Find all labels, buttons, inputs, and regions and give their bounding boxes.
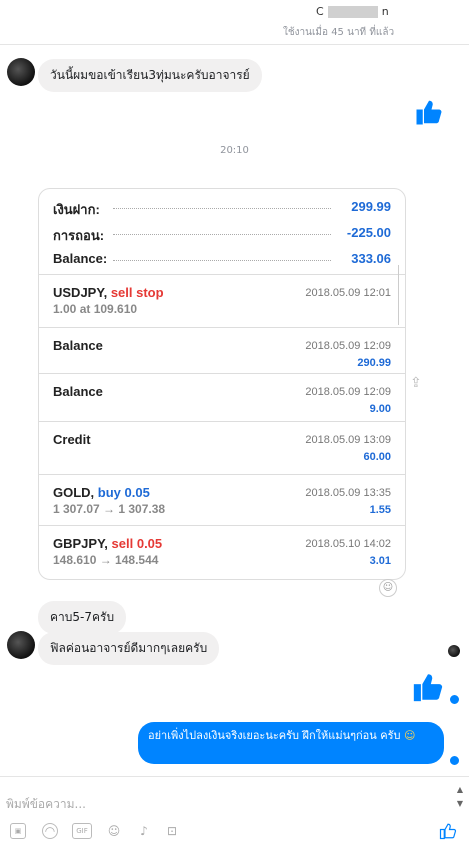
thumbs-up-icon xyxy=(413,674,443,702)
emoji-icon[interactable]: ☺ xyxy=(106,823,122,839)
incoming-message: วันนี้ผมขอเข้าเรียน3ทุ่มนะครับอาจารย์ xyxy=(38,59,262,92)
message-input[interactable]: พิมพ์ข้อความ... xyxy=(6,795,86,814)
outgoing-message: อย่าเพิ่งไปลงเงินจริงเยอะนะครับ ฝึกให้แม… xyxy=(138,722,444,764)
message-composer: พิมพ์ข้อความ... ▲ ▼ ▣ ◠ GIF ☺ ♪ ⊡ xyxy=(0,776,469,855)
sticker-icon[interactable]: ◠ xyxy=(42,823,58,839)
contact-avatar[interactable] xyxy=(7,58,35,86)
transaction-row: Balance 2018.05.09 12:09 9.00 xyxy=(39,373,405,426)
incoming-message: คาบ5-7ครับ xyxy=(38,601,127,634)
statement-image[interactable]: เงินฝาก: 299.99 การถอน: -225.00 Balance:… xyxy=(38,188,406,580)
active-status: ใช้งานเมื่อ 45 นาที ที่แล้ว xyxy=(283,27,395,38)
react-emoji-icon[interactable]: ☺ xyxy=(379,579,397,597)
image-scrollbar xyxy=(398,265,399,325)
delivered-icon xyxy=(449,755,460,766)
message-timestamp: 20:10 xyxy=(220,145,249,156)
redacted-name xyxy=(327,6,378,18)
image-icon[interactable]: ▣ xyxy=(10,823,26,839)
composer-scrollbar[interactable]: ▲ ▼ xyxy=(457,783,463,811)
game-icon[interactable]: ⊡ xyxy=(164,823,180,839)
incoming-message: ฟิลค่อนอาจารย์ดีมากๆเลยครับ xyxy=(38,632,220,665)
conversation-header: Cn ใช้งานเมื่อ 45 นาที ที่แล้ว xyxy=(0,0,469,45)
transaction-row: GOLD, buy 0.05 1 307.07 → 1 307.38 2018.… xyxy=(39,474,405,527)
delivered-icon xyxy=(449,694,460,705)
summary-row-withdrawal: การถอน: -225.00 xyxy=(53,225,391,246)
smile-emoji-icon: ☺ xyxy=(404,729,416,742)
read-receipt-avatar xyxy=(448,645,460,657)
gif-icon[interactable]: GIF xyxy=(72,823,92,839)
contact-name[interactable]: Cn xyxy=(316,5,389,18)
thumbs-up-icon xyxy=(416,100,442,125)
summary-row-balance: Balance: 333.06 xyxy=(53,251,391,266)
transaction-row: GBPJPY, sell 0.05 148.610 → 148.544 2018… xyxy=(39,525,405,578)
transaction-row: USDJPY, sell stop 1.00 at 109.610 2018.0… xyxy=(39,274,405,327)
share-icon[interactable]: ⇪ xyxy=(410,375,422,391)
summary-row-deposit: เงินฝาก: 299.99 xyxy=(53,199,391,220)
contact-avatar[interactable] xyxy=(7,631,35,659)
like-button[interactable] xyxy=(439,822,457,840)
mic-icon[interactable]: ♪ xyxy=(136,823,152,839)
transaction-row: Credit 2018.05.09 13:09 60.00 xyxy=(39,421,405,474)
